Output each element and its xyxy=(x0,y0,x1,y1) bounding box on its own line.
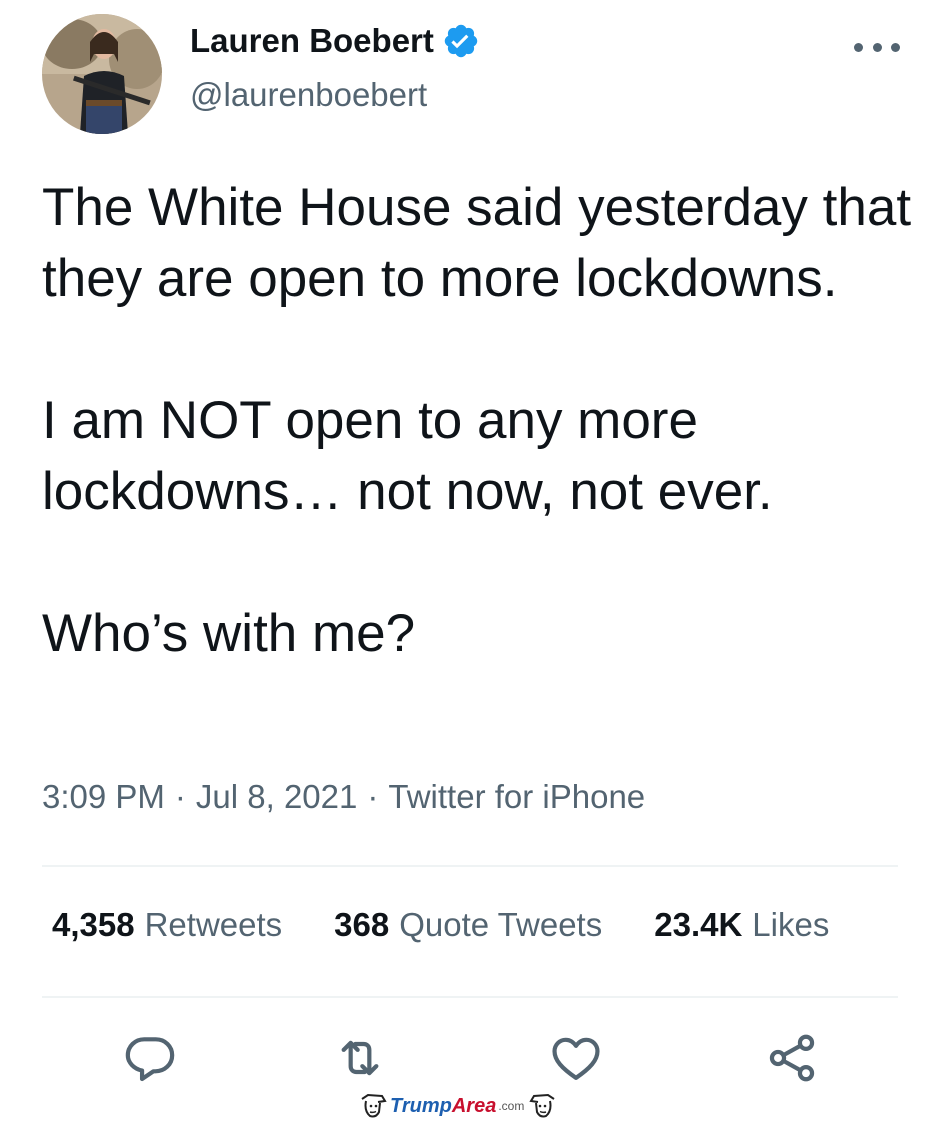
dot xyxy=(872,42,882,52)
share-icon xyxy=(769,1034,815,1082)
author-handle[interactable]: @laurenboebert xyxy=(190,76,427,114)
author-name[interactable]: Lauren Boebert xyxy=(190,22,434,60)
quote-tweets-label: Quote Tweets xyxy=(399,906,603,943)
retweet-button[interactable] xyxy=(332,1030,388,1086)
tweet-paragraph: I am NOT open to any more lockdowns… not… xyxy=(42,391,773,521)
retweets-stat[interactable]: 4,358 Retweets xyxy=(52,906,282,944)
watermark-area: Area xyxy=(451,1094,497,1117)
tweet-time[interactable]: 3:09 PM xyxy=(42,778,165,815)
quote-tweets-count: 368 xyxy=(334,906,390,943)
watermark-trump: Trump xyxy=(390,1094,452,1117)
watermark-suffix: .com xyxy=(498,1099,525,1113)
tweet-source[interactable]: Twitter for iPhone xyxy=(388,778,645,815)
tweet-text: The White House said yesterday that they… xyxy=(42,172,922,669)
likes-label: Likes xyxy=(752,906,830,943)
retweets-count: 4,358 xyxy=(52,906,135,943)
reply-icon xyxy=(125,1037,175,1082)
retweets-label: Retweets xyxy=(144,906,283,943)
avatar[interactable] xyxy=(42,14,162,134)
retweet-icon xyxy=(341,1040,379,1076)
share-button[interactable] xyxy=(764,1030,820,1086)
tweet-date[interactable]: Jul 8, 2021 xyxy=(196,778,357,815)
tweet-paragraph: Who’s with me? xyxy=(42,604,416,663)
watermark: TrumpArea .com xyxy=(358,1092,558,1120)
divider xyxy=(42,996,898,998)
divider xyxy=(42,865,898,867)
cartoon-face-icon xyxy=(361,1093,387,1118)
likes-stat[interactable]: 23.4K Likes xyxy=(654,906,829,944)
cartoon-face-icon xyxy=(529,1093,555,1118)
dot xyxy=(854,42,863,52)
quote-tweets-stat[interactable]: 368 Quote Tweets xyxy=(334,906,602,944)
meta-separator: · xyxy=(367,778,379,815)
verified-badge-icon xyxy=(442,22,480,60)
like-button[interactable] xyxy=(548,1030,604,1086)
reply-button[interactable] xyxy=(122,1030,178,1086)
tweet-meta: 3:09 PM · Jul 8, 2021 · Twitter for iPhone xyxy=(42,778,645,816)
tweet-paragraph: The White House said yesterday that they… xyxy=(42,178,912,308)
author-name-row: Lauren Boebert xyxy=(190,22,480,60)
watermark-brand: TrumpArea xyxy=(390,1095,496,1118)
like-icon xyxy=(552,1037,600,1080)
more-options-icon[interactable] xyxy=(854,40,900,54)
tweet-stats: 4,358 Retweets 368 Quote Tweets 23.4K Likes xyxy=(52,906,829,944)
avatar-image xyxy=(42,14,162,134)
likes-count: 23.4K xyxy=(654,906,743,943)
meta-separator: · xyxy=(174,778,186,815)
dot xyxy=(891,42,900,52)
